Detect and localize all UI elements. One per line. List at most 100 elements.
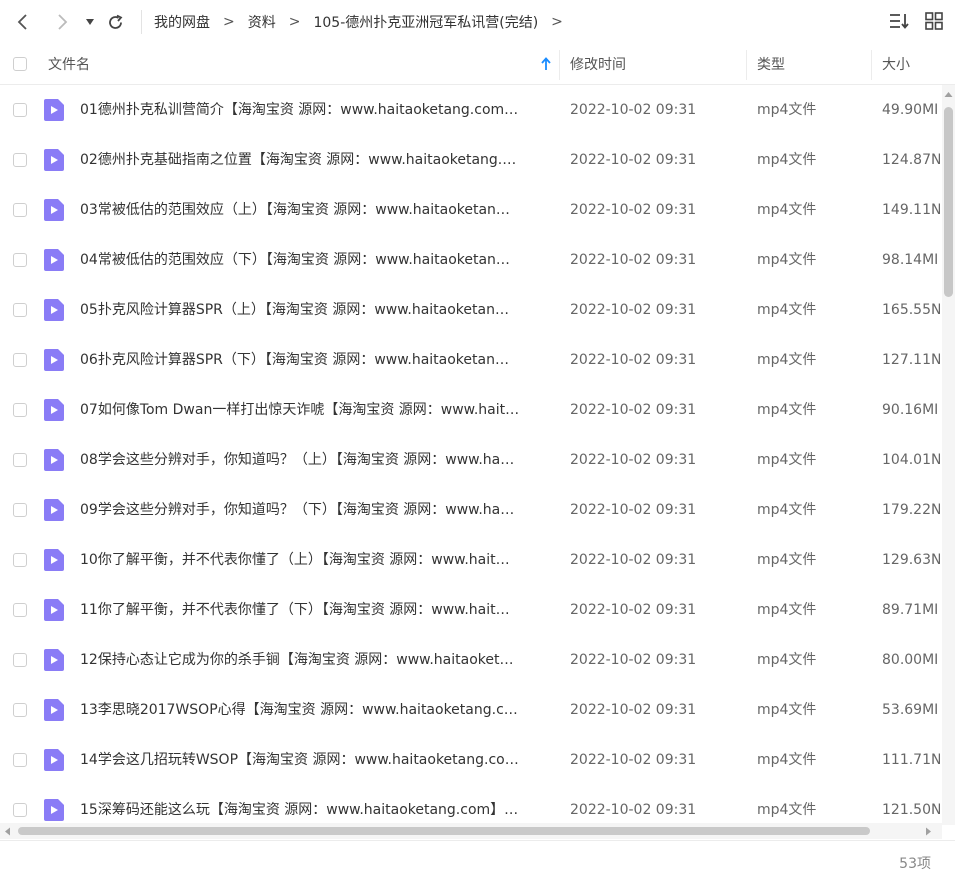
column-type[interactable]: 类型 — [757, 44, 785, 84]
checkbox[interactable] — [13, 57, 27, 71]
video-file-icon — [44, 549, 64, 571]
file-name[interactable]: 15深筹码还能这么玩【海淘宝资 源网：www.haitaoketang.com】… — [80, 785, 550, 823]
row-checkbox[interactable] — [13, 753, 27, 767]
breadcrumb-item-current[interactable]: 105-德州扑克亚洲冠军私讯营(完结) — [313, 12, 538, 32]
sort-order-button[interactable] — [889, 12, 909, 34]
row-checkbox[interactable] — [13, 703, 27, 717]
row-checkbox[interactable] — [13, 253, 27, 267]
vertical-scroll-thumb[interactable] — [944, 107, 953, 297]
history-dropdown[interactable] — [84, 10, 96, 34]
file-size: 89.71MI — [882, 602, 939, 618]
video-file-icon — [44, 749, 64, 771]
file-modified-time: 2022-10-02 09:31 — [570, 652, 697, 668]
column-divider[interactable] — [746, 50, 747, 80]
file-name[interactable]: 11你了解平衡，并不代表你懂了（下）【海淘宝资 源网：www.hait… — [80, 585, 550, 635]
file-modified-time: 2022-10-02 09:31 — [570, 102, 697, 118]
chevron-left-icon — [17, 14, 27, 30]
file-modified-time: 2022-10-02 09:31 — [570, 252, 697, 268]
sort-asc-icon — [541, 57, 551, 70]
file-name[interactable]: 05扑克风险计算器SPR（上）【海淘宝资 源网：www.haitaoketan… — [80, 285, 550, 335]
file-name[interactable]: 07如何像Tom Dwan一样打出惊天诈唬【海淘宝资 源网：www.hait… — [80, 385, 550, 435]
column-size[interactable]: 大小 — [882, 44, 910, 84]
table-row[interactable]: 13李思晓2017WSOP心得【海淘宝资 源网：www.haitaoketang… — [0, 685, 942, 735]
file-size: 121.50N — [882, 802, 940, 818]
video-file-icon — [44, 249, 64, 271]
breadcrumb-item-folder[interactable]: 资料 — [248, 12, 276, 32]
video-file-icon — [44, 449, 64, 471]
select-all-checkbox[interactable] — [13, 44, 27, 84]
back-button[interactable] — [13, 10, 33, 34]
row-checkbox[interactable] — [13, 453, 27, 467]
table-row[interactable]: 02德州扑克基础指南之位置【海淘宝资 源网：www.haitaoketang.…… — [0, 135, 942, 185]
row-checkbox[interactable] — [13, 503, 27, 517]
column-name[interactable]: 文件名 — [48, 44, 90, 84]
file-name[interactable]: 13李思晓2017WSOP心得【海淘宝资 源网：www.haitaoketang… — [80, 685, 550, 735]
file-modified-time: 2022-10-02 09:31 — [570, 752, 697, 768]
video-file-icon — [44, 99, 64, 121]
grid-view-button[interactable] — [925, 12, 943, 34]
file-name[interactable]: 12保持心态让它成为你的杀手锏【海淘宝资 源网：www.haitaoket… — [80, 635, 550, 685]
table-row[interactable]: 12保持心态让它成为你的杀手锏【海淘宝资 源网：www.haitaoket… 20… — [0, 635, 942, 685]
row-checkbox[interactable] — [13, 653, 27, 667]
table-row[interactable]: 15深筹码还能这么玩【海淘宝资 源网：www.haitaoketang.com】… — [0, 785, 942, 823]
toolbar: 我的网盘 > 资料 > 105-德州扑克亚洲冠军私讯营(完结) > — [0, 0, 955, 44]
file-name[interactable]: 01德州扑克私训营简介【海淘宝资 源网：www.haitaoketang.com… — [80, 85, 550, 135]
file-name[interactable]: 09学会这些分辨对手，你知道吗？（下）【海淘宝资 源网：www.ha… — [80, 485, 550, 535]
breadcrumb-item-root[interactable]: 我的网盘 — [154, 12, 210, 32]
file-modified-time: 2022-10-02 09:31 — [570, 602, 697, 618]
table-row[interactable]: 04常被低估的范围效应（下）【海淘宝资 源网：www.haitaoketan… 2… — [0, 235, 942, 285]
row-checkbox[interactable] — [13, 153, 27, 167]
forward-button[interactable] — [52, 10, 72, 34]
file-size: 49.90MI — [882, 102, 939, 118]
file-name[interactable]: 10你了解平衡，并不代表你懂了（上）【海淘宝资 源网：www.hait… — [80, 535, 550, 585]
row-checkbox[interactable] — [13, 403, 27, 417]
row-checkbox[interactable] — [13, 203, 27, 217]
table-row[interactable]: 10你了解平衡，并不代表你懂了（上）【海淘宝资 源网：www.hait… 2022… — [0, 535, 942, 585]
table-row[interactable]: 06扑克风险计算器SPR（下）【海淘宝资 源网：www.haitaoketan…… — [0, 335, 942, 385]
row-checkbox[interactable] — [13, 553, 27, 567]
row-checkbox[interactable] — [13, 803, 27, 817]
column-divider[interactable] — [871, 50, 872, 80]
scroll-left-icon[interactable] — [4, 827, 11, 836]
column-divider[interactable] — [559, 50, 560, 80]
file-modified-time: 2022-10-02 09:31 — [570, 302, 697, 318]
table-row[interactable]: 01德州扑克私训营简介【海淘宝资 源网：www.haitaoketang.com… — [0, 85, 942, 135]
breadcrumb-separator: > — [288, 14, 301, 30]
file-name[interactable]: 08学会这些分辨对手，你知道吗？（上）【海淘宝资 源网：www.ha… — [80, 435, 550, 485]
row-checkbox[interactable] — [13, 103, 27, 117]
scroll-up-icon[interactable] — [944, 91, 953, 98]
file-size: 129.63N — [882, 552, 940, 568]
horizontal-scrollbar[interactable] — [0, 823, 942, 839]
file-type: mp4文件 — [757, 552, 817, 568]
vertical-scrollbar[interactable] — [942, 85, 955, 825]
table-row[interactable]: 03常被低估的范围效应（上）【海淘宝资 源网：www.haitaoketan… 2… — [0, 185, 942, 235]
file-name[interactable]: 04常被低估的范围效应（下）【海淘宝资 源网：www.haitaoketan… — [80, 235, 550, 285]
file-name[interactable]: 06扑克风险计算器SPR（下）【海淘宝资 源网：www.haitaoketan… — [80, 335, 550, 385]
file-modified-time: 2022-10-02 09:31 — [570, 152, 697, 168]
column-modified[interactable]: 修改时间 — [570, 44, 626, 84]
table-row[interactable]: 08学会这些分辨对手，你知道吗？（上）【海淘宝资 源网：www.ha… 2022-… — [0, 435, 942, 485]
file-name[interactable]: 02德州扑克基础指南之位置【海淘宝资 源网：www.haitaoketang.… — [80, 135, 550, 185]
horizontal-scroll-thumb[interactable] — [18, 827, 870, 835]
file-size: 104.01N — [882, 452, 940, 468]
video-file-icon — [44, 199, 64, 221]
file-modified-time: 2022-10-02 09:31 — [570, 402, 697, 418]
video-file-icon — [44, 649, 64, 671]
table-row[interactable]: 07如何像Tom Dwan一样打出惊天诈唬【海淘宝资 源网：www.hait… 2… — [0, 385, 942, 435]
file-size: 165.55N — [882, 302, 940, 318]
refresh-button[interactable] — [105, 10, 125, 34]
row-checkbox[interactable] — [13, 603, 27, 617]
file-modified-time: 2022-10-02 09:31 — [570, 802, 697, 818]
file-name[interactable]: 14学会这几招玩转WSOP【海淘宝资 源网：www.haitaoketang.c… — [80, 735, 550, 785]
table-row[interactable]: 11你了解平衡，并不代表你懂了（下）【海淘宝资 源网：www.hait… 2022… — [0, 585, 942, 635]
scroll-right-icon[interactable] — [925, 827, 932, 836]
file-name[interactable]: 03常被低估的范围效应（上）【海淘宝资 源网：www.haitaoketan… — [80, 185, 550, 235]
file-modified-time: 2022-10-02 09:31 — [570, 452, 697, 468]
video-file-icon — [44, 599, 64, 621]
row-checkbox[interactable] — [13, 303, 27, 317]
table-row[interactable]: 05扑克风险计算器SPR（上）【海淘宝资 源网：www.haitaoketan…… — [0, 285, 942, 335]
table-row[interactable]: 09学会这些分辨对手，你知道吗？（下）【海淘宝资 源网：www.ha… 2022-… — [0, 485, 942, 535]
file-type: mp4文件 — [757, 502, 817, 518]
table-row[interactable]: 14学会这几招玩转WSOP【海淘宝资 源网：www.haitaoketang.c… — [0, 735, 942, 785]
row-checkbox[interactable] — [13, 353, 27, 367]
